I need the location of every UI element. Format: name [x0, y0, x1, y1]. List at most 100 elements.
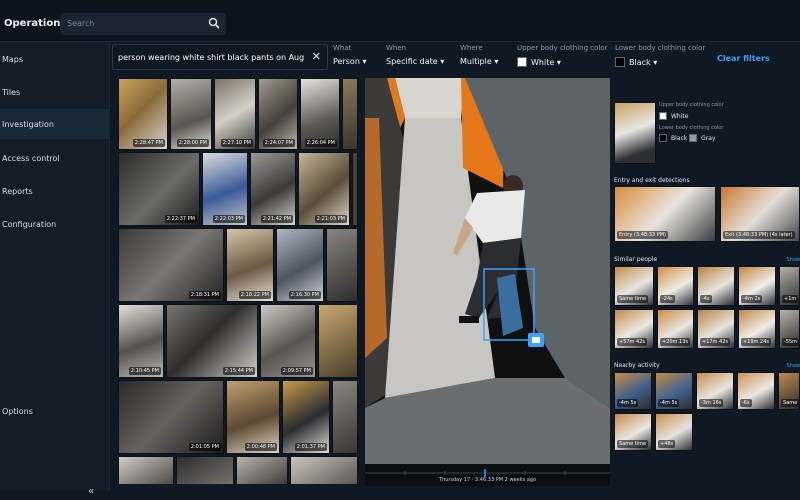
nearby-caption: -4m 5s [617, 399, 639, 407]
video-player[interactable] [365, 78, 610, 486]
nearby-activity-thumbnail[interactable]: Same time [614, 413, 652, 451]
result-thumbnail[interactable]: 2:21:03 PM [298, 152, 350, 226]
filter-lower-value: Black [629, 58, 651, 67]
result-thumbnail[interactable] [352, 152, 358, 226]
result-thumbnail[interactable]: 2:26:04 PM [300, 78, 340, 150]
result-thumbnail[interactable]: 2:09:57 PM [260, 304, 316, 378]
result-thumbnail[interactable]: 2:01:05 PM [118, 380, 224, 454]
sidebar-item-investigation[interactable]: Investigation [0, 109, 110, 139]
filter-where[interactable]: Where Multiple ▾ [460, 44, 498, 70]
similar-person-thumbnail[interactable]: +17m 42s [697, 309, 735, 349]
result-thumbnail[interactable] [236, 456, 288, 484]
exit-caption: Exit (3:48:33 PM) (4s later) [723, 231, 795, 239]
similar-caption: Same time [617, 295, 649, 303]
similar-person-thumbnail[interactable]: +19m 24s [738, 309, 776, 349]
nearby-show-link[interactable]: Show [787, 363, 800, 369]
clear-filters-link[interactable]: Clear filters [717, 54, 770, 63]
video-timeline[interactable]: Thursday 17 · 3:46:33 PM 2 weeks ago [365, 464, 610, 486]
clear-query-icon[interactable]: ✕ [312, 50, 321, 63]
collapse-sidebar-button[interactable]: « [88, 486, 100, 498]
nearby-activity-thumbnail[interactable]: Same t [778, 372, 800, 410]
result-thumbnail[interactable]: 2:18:22 PM [226, 228, 274, 302]
nearby-activity-thumbnail[interactable]: +48s [655, 413, 693, 451]
result-timestamp: 2:21:42 PM [260, 215, 293, 223]
similar-person-thumbnail[interactable]: Same time [614, 266, 654, 306]
filter-when-value: Specific date [386, 57, 438, 66]
result-thumbnail[interactable]: 2:28:00 PM [170, 78, 212, 150]
sidebar: Maps Tiles Investigation Access control … [0, 42, 110, 497]
nearby-activity-thumbnail[interactable]: -6s [737, 372, 775, 410]
nearby-activity-title: Nearby activity [614, 362, 660, 369]
similar-person-thumbnail[interactable]: +1m [779, 266, 800, 306]
result-thumbnail[interactable] [118, 456, 174, 484]
result-thumbnail[interactable] [318, 304, 358, 378]
result-thumbnail[interactable] [342, 78, 358, 150]
result-timestamp: 2:21:03 PM [314, 215, 347, 223]
similar-caption: -4s [700, 295, 712, 303]
similar-person-thumbnail[interactable]: +20m 13s [657, 309, 694, 349]
result-timestamp: 2:22:03 PM [212, 215, 245, 223]
filter-upper-label: Upper body clothing color [517, 44, 608, 52]
sidebar-item-options[interactable]: Options [0, 396, 110, 426]
sidebar-item-configuration[interactable]: Configuration [0, 209, 110, 239]
result-thumbnail[interactable]: 2:00:48 PM [226, 380, 280, 454]
nearby-caption: Same t [781, 399, 799, 407]
white-swatch [517, 57, 527, 67]
similar-person-thumbnail[interactable]: -55m [779, 309, 800, 349]
result-thumbnail[interactable]: 2:18:31 PM [118, 228, 224, 302]
similar-person-thumbnail[interactable]: -24s [657, 266, 694, 306]
result-thumbnail[interactable] [332, 380, 358, 454]
result-thumbnail[interactable]: 2:10:45 PM [118, 304, 164, 378]
selected-person-thumbnail[interactable] [614, 102, 656, 164]
filter-what[interactable]: What Person ▾ [333, 44, 366, 70]
exit-detection-thumbnail[interactable]: Exit (3:48:33 PM) (4s later) [720, 186, 800, 242]
similar-show-link[interactable]: Show [787, 257, 800, 263]
result-thumbnail[interactable]: 2:21:42 PM [250, 152, 296, 226]
similar-caption: +1m [782, 295, 799, 303]
result-thumbnail[interactable]: 2:27:10 PM [214, 78, 256, 150]
similar-caption: +19m 24s [741, 338, 771, 346]
nearby-activity-thumbnail[interactable]: -3m 16s [696, 372, 734, 410]
result-thumbnail[interactable] [326, 228, 358, 302]
detail-lower-label: Lower body clothing color [659, 125, 724, 131]
similar-person-thumbnail[interactable]: -4s [697, 266, 735, 306]
detail-upper-label: Upper body clothing color [659, 102, 724, 108]
result-timestamp: 2:01:05 PM [188, 443, 221, 451]
nearby-activity-thumbnail[interactable]: -4m 5s [614, 372, 652, 410]
search-icon[interactable] [208, 17, 220, 29]
detail-upper-value: White [671, 113, 689, 120]
filter-upper-body-color[interactable]: Upper body clothing color White ▾ [517, 44, 608, 70]
sidebar-item-maps[interactable]: Maps [0, 44, 110, 74]
sidebar-item-tiles[interactable]: Tiles [0, 77, 110, 107]
result-thumbnail[interactable]: 2:15:44 PM [166, 304, 258, 378]
result-thumbnail[interactable]: 2:16:30 PM [276, 228, 324, 302]
result-thumbnail[interactable]: 2:28:47 PM [118, 78, 168, 150]
entry-detection-thumbnail[interactable]: Entry (3:48:33 PM) [614, 186, 716, 242]
similar-person-thumbnail[interactable]: +57m 42s [614, 309, 654, 349]
filter-lower-body-color[interactable]: Lower body clothing color Black ▾ [615, 44, 705, 70]
result-timestamp: 2:10:45 PM [128, 367, 161, 375]
result-timestamp: 2:24:07 PM [262, 139, 295, 147]
filter-when-label: When [386, 44, 407, 52]
app-window: Operation Search Maps Tiles Investigatio… [0, 0, 800, 500]
result-thumbnail[interactable]: 2:22:37 PM [118, 152, 200, 226]
sidebar-item-access-control[interactable]: Access control [0, 143, 110, 173]
camera-frame [365, 78, 610, 486]
result-thumbnail[interactable]: 2:01:37 PM [282, 380, 330, 454]
result-thumbnail[interactable] [290, 456, 358, 484]
top-bar: Operation Search [0, 0, 800, 42]
chevron-down-icon: ▾ [556, 58, 561, 67]
result-timestamp: 2:16:30 PM [288, 291, 321, 299]
black-swatch [659, 134, 667, 142]
filter-when[interactable]: When Specific date ▾ [386, 44, 444, 70]
sidebar-item-reports[interactable]: Reports [0, 176, 110, 206]
result-thumbnail[interactable]: 2:24:07 PM [258, 78, 298, 150]
similar-person-thumbnail[interactable]: -4m 2s [738, 266, 776, 306]
nearby-activity-thumbnail[interactable]: -4m 5s [655, 372, 693, 410]
natural-language-query-input[interactable]: person wearing white shirt black pants o… [112, 44, 328, 70]
result-timestamp: 2:18:31 PM [188, 291, 221, 299]
search-input[interactable]: Search [60, 13, 226, 35]
result-thumbnail[interactable]: 2:22:03 PM [202, 152, 248, 226]
similar-caption: +17m 42s [700, 338, 730, 346]
result-thumbnail[interactable] [176, 456, 234, 484]
